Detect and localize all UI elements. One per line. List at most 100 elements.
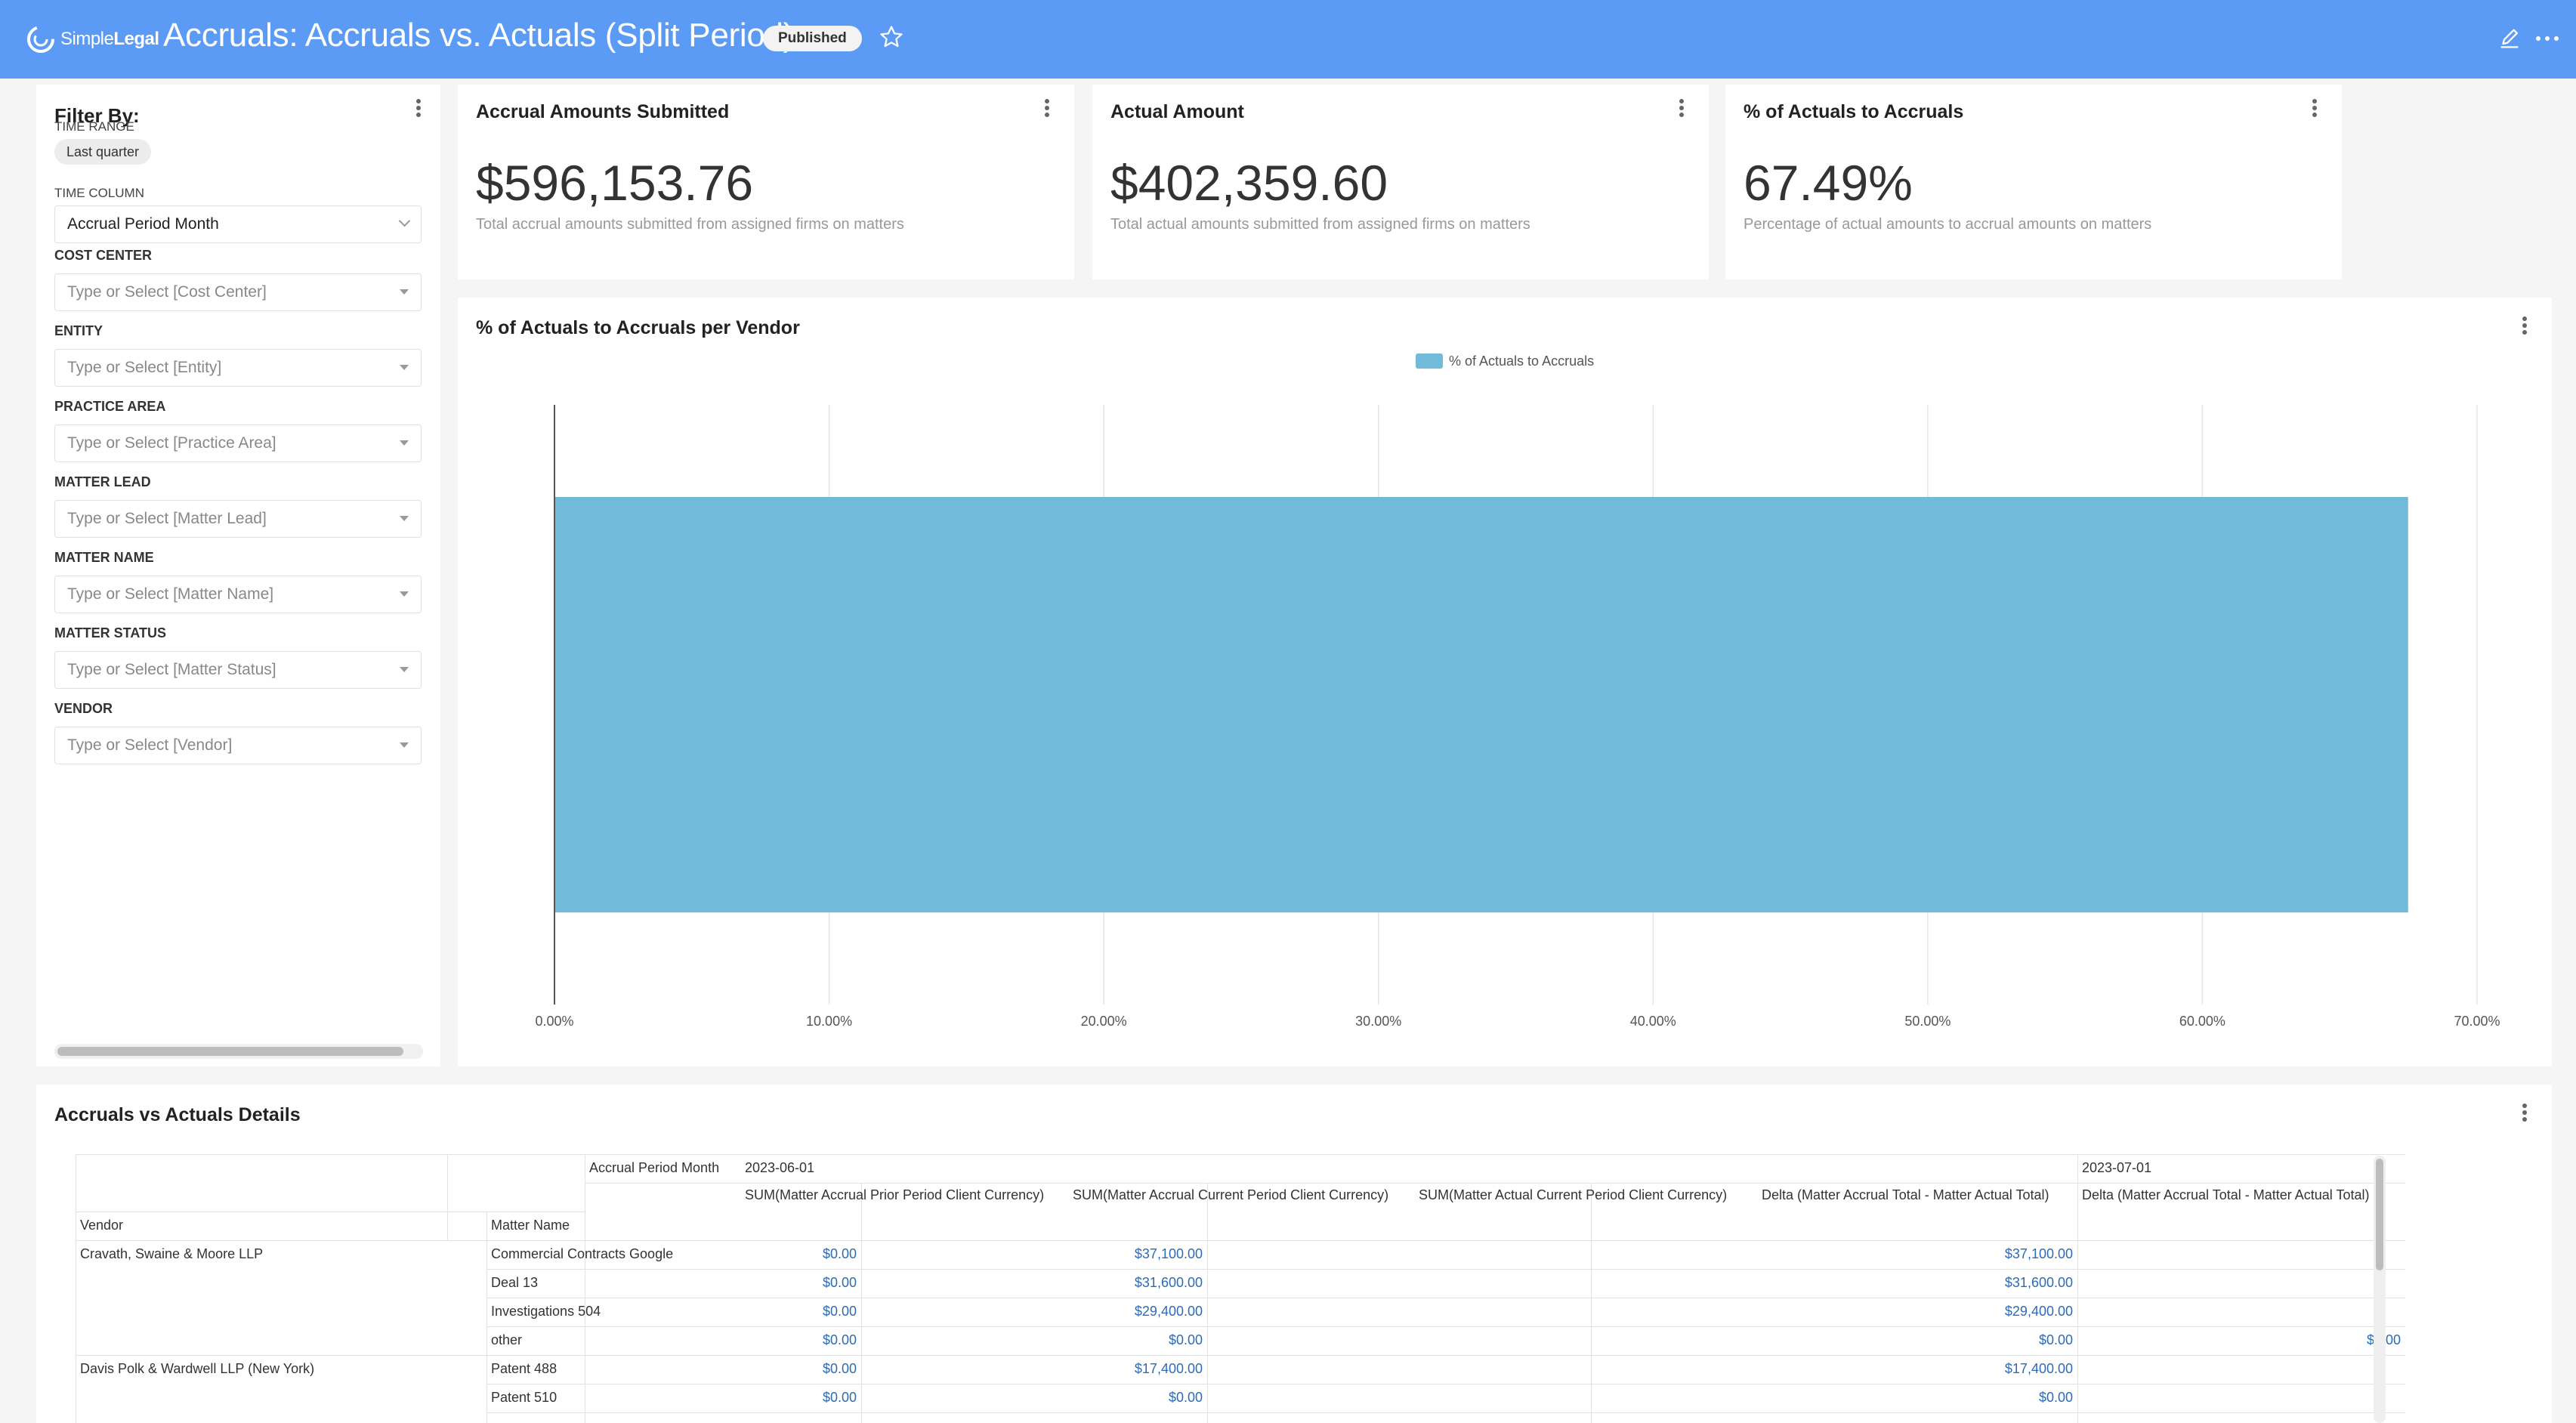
caret-down-icon: [400, 591, 409, 597]
entity-label: ENTITY: [54, 323, 103, 338]
x-tick-label: 50.00%: [1904, 1014, 1951, 1029]
time-range-tag[interactable]: Last quarter: [54, 139, 152, 165]
matter-lead-label: MATTER LEAD: [54, 474, 151, 489]
amount-cell: $0.00: [2038, 1390, 2073, 1405]
matter-name-placeholder: Type or Select [Matter Name]: [67, 585, 274, 603]
practice-area-select[interactable]: Type or Select [Practice Area]: [54, 424, 422, 462]
chart-card: % of Actuals to Accruals per Vendor % of…: [458, 298, 2552, 1066]
filter-menu-icon[interactable]: [411, 97, 426, 124]
column-header[interactable]: Delta (Matter Accrual Total - Matter Act…: [1762, 1187, 2073, 1203]
caret-down-icon: [400, 289, 409, 295]
amount-cell: $0.00: [822, 1332, 857, 1347]
period-header-1: 2023-06-01: [745, 1160, 815, 1175]
entity-placeholder: Type or Select [Entity]: [67, 359, 222, 376]
entity-select[interactable]: Type or Select [Entity]: [54, 349, 422, 387]
simplelegal-logo[interactable]: SimpleLegal: [26, 21, 159, 57]
dashboard-title: Accruals: Accruals vs. Actuals (Split Pe…: [163, 17, 795, 54]
x-tick-label: 40.00%: [1630, 1014, 1676, 1029]
matter-status-placeholder: Type or Select [Matter Status]: [67, 661, 276, 678]
kpi-value: 67.49%: [1744, 155, 1913, 211]
column-header[interactable]: SUM(Matter Accrual Current Period Client…: [1073, 1187, 1414, 1203]
cost-center-label: COST CENTER: [54, 248, 153, 263]
favorite-star-icon[interactable]: [879, 24, 904, 50]
caret-down-icon: [400, 516, 409, 521]
scrollbar-thumb[interactable]: [2376, 1159, 2383, 1270]
column-header[interactable]: SUM(Matter Actual Current Period Client …: [1419, 1187, 1757, 1203]
amount-cell: $0.00: [822, 1361, 857, 1376]
matter-name-select[interactable]: Type or Select [Matter Name]: [54, 576, 422, 613]
column-header[interactable]: SUM(Matter Accrual Prior Period Client C…: [745, 1187, 1068, 1203]
legend-swatch: [1416, 353, 1443, 369]
edit-pencil-icon[interactable]: [2497, 26, 2522, 51]
x-tick-label: 0.00%: [535, 1014, 573, 1029]
card-menu-icon[interactable]: [2307, 97, 2322, 124]
kpi-card-percent-actuals: % of Actuals to Accruals 67.49% Percenta…: [1725, 85, 2342, 279]
filter-panel: Filter By: TIME RANGE Last quarter TIME …: [36, 85, 440, 1066]
column-header[interactable]: Delta (Matter Accrual Total - Matter Act…: [2082, 1187, 2399, 1203]
vendor-placeholder: Type or Select [Vendor]: [67, 736, 233, 754]
kpi-value: $402,359.60: [1110, 155, 1388, 211]
bar[interactable]: [554, 497, 2408, 912]
amount-cell: $0.00: [822, 1275, 857, 1290]
kpi-subtitle: Total actual amounts submitted from assi…: [1110, 216, 1530, 233]
amount-cell: $0.00: [2038, 1332, 2073, 1347]
kpi-title: Accrual Amounts Submitted: [476, 101, 730, 122]
amount-cell: $31,600.00: [1134, 1275, 1203, 1290]
amount-cell: $0.00: [2174, 1332, 2401, 1348]
amount-cell: $0.00: [822, 1304, 857, 1319]
more-options-icon[interactable]: [2532, 27, 2562, 50]
legend-label: % of Actuals to Accruals: [1449, 353, 1594, 369]
x-tick-label: 70.00%: [2454, 1014, 2500, 1029]
cost-center-select[interactable]: Type or Select [Cost Center]: [54, 273, 422, 311]
period-header-2: 2023-07-01: [2082, 1160, 2152, 1175]
kpi-subtitle: Total accrual amounts submitted from ass…: [476, 216, 904, 233]
chevron-down-icon: [398, 215, 411, 227]
card-menu-icon[interactable]: [1039, 97, 1055, 124]
matter-status-select[interactable]: Type or Select [Matter Status]: [54, 651, 422, 689]
scrollbar-thumb[interactable]: [57, 1047, 403, 1056]
caret-down-icon: [400, 667, 409, 672]
vendor-cell: Cravath, Swaine & Moore LLP: [80, 1246, 264, 1261]
table-vertical-scrollbar[interactable]: [2374, 1156, 2386, 1423]
logo-swirl-icon: [27, 26, 54, 53]
x-tick-label: 20.00%: [1081, 1014, 1127, 1029]
app-header: SimpleLegal Accruals: Accruals vs. Actua…: [0, 0, 2576, 79]
amount-cell: $31,600.00: [2004, 1275, 2073, 1290]
amount-cell: $17,400.00: [1134, 1361, 1203, 1376]
amount-cell: $29,400.00: [1134, 1304, 1203, 1319]
filter-horizontal-scrollbar[interactable]: [54, 1044, 423, 1059]
matter-lead-select[interactable]: Type or Select [Matter Lead]: [54, 500, 422, 538]
vendor-cell: Davis Polk & Wardwell LLP (New York): [80, 1361, 315, 1376]
table-menu-icon[interactable]: [2517, 1101, 2532, 1128]
kpi-title: Actual Amount: [1110, 101, 1244, 122]
card-menu-icon[interactable]: [1674, 97, 1689, 124]
cost-center-placeholder: Type or Select [Cost Center]: [67, 283, 267, 301]
pivot-table: Accrual Period Month 2023-06-01 2023-07-…: [76, 1154, 2405, 1423]
amount-cell: $0.00: [822, 1390, 857, 1405]
time-range-label: TIME RANGE: [54, 119, 134, 134]
table-card: Accruals vs Actuals Details Accrual Peri…: [36, 1085, 2552, 1423]
time-column-label: TIME COLUMN: [54, 186, 144, 200]
x-tick-label: 60.00%: [2179, 1014, 2225, 1029]
kpi-card-actual-amount: Actual Amount $402,359.60 Total actual a…: [1092, 85, 1709, 279]
row-header-matter[interactable]: Matter Name: [491, 1218, 642, 1233]
kpi-card-accrual-amounts: Accrual Amounts Submitted $596,153.76 To…: [458, 85, 1074, 279]
caret-down-icon: [400, 365, 409, 370]
chart-legend[interactable]: % of Actuals to Accruals: [1416, 353, 1594, 369]
caret-down-icon: [400, 440, 409, 446]
vendor-label: VENDOR: [54, 701, 113, 716]
logo-text-bold: Legal: [113, 29, 159, 49]
kpi-subtitle: Percentage of actual amounts to accrual …: [1744, 216, 2152, 233]
amount-cell: $37,100.00: [2004, 1246, 2073, 1261]
row-header-vendor[interactable]: Vendor: [80, 1218, 443, 1233]
amount-cell: $0.00: [1168, 1390, 1203, 1405]
matter-name-label: MATTER NAME: [54, 550, 154, 565]
amount-cell: $0.00: [1168, 1332, 1203, 1347]
table-title: Accruals vs Actuals Details: [54, 1104, 301, 1125]
matter-lead-placeholder: Type or Select [Matter Lead]: [67, 510, 267, 527]
amount-cell: $17,400.00: [2004, 1361, 2073, 1376]
kpi-value: $596,153.76: [476, 155, 754, 211]
vendor-select[interactable]: Type or Select [Vendor]: [54, 727, 422, 764]
practice-area-label: PRACTICE AREA: [54, 399, 166, 414]
time-column-select[interactable]: Accrual Period Month: [54, 205, 422, 243]
